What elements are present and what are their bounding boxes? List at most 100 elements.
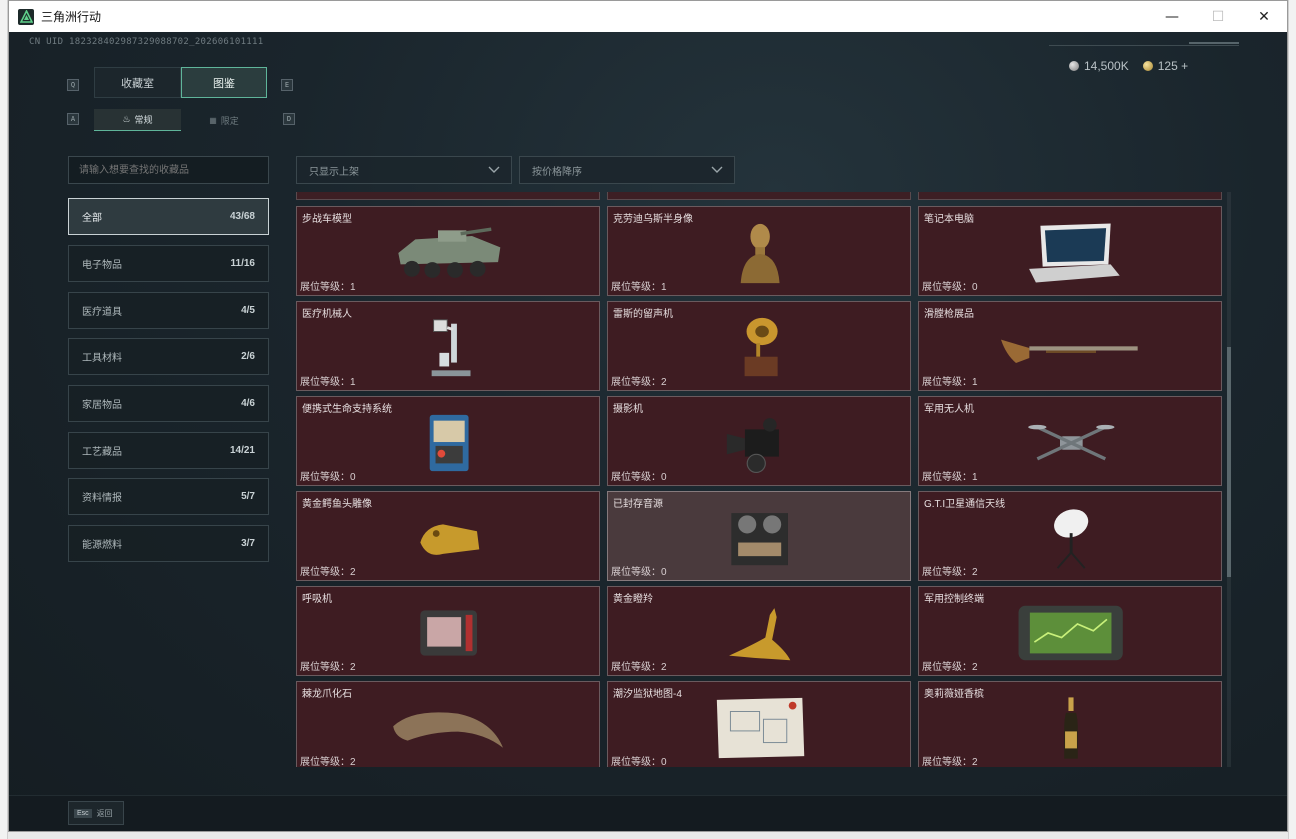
gramophone-icon [744, 317, 778, 377]
laptop-icon [1029, 223, 1120, 283]
previous-row-edge [296, 192, 1230, 202]
collection-card[interactable]: 军用无人机 展位等级：1 [918, 396, 1222, 486]
app-window: 三角洲行动 — ☐ ✕ CN UID 182328402987329088702… [8, 0, 1288, 832]
item-level: 展位等级：1 [611, 282, 667, 293]
item-level: 展位等级：2 [300, 567, 356, 578]
item-level: 展位等级：1 [922, 377, 978, 388]
collection-card-selected[interactable]: 已封存音源 展位等级：0 [607, 491, 911, 581]
silver-coin-icon [1069, 61, 1079, 71]
item-name: 笔记本电脑 [924, 214, 974, 225]
satellite-dish-icon [1053, 509, 1089, 569]
window-title: 三角洲行动 [41, 10, 102, 24]
bust-statue-icon [740, 223, 780, 284]
control-terminal-icon [1018, 605, 1124, 661]
category-tools[interactable]: 工具材料 2/6 [68, 338, 269, 375]
desktop-background-right [1288, 0, 1296, 839]
collection-card[interactable]: 雷斯的留声机 展位等级：2 [607, 301, 911, 391]
desktop-background-left [0, 0, 8, 839]
drone-icon [1027, 424, 1115, 461]
tape-recorder-icon [731, 513, 789, 566]
claw-fossil-icon [393, 712, 503, 748]
collection-card[interactable]: 棘龙爪化石 展位等级：2 [296, 681, 600, 767]
category-electronics[interactable]: 电子物品 11/16 [68, 245, 269, 282]
chevron-down-icon [488, 166, 500, 173]
item-name: 奥莉薇娅香槟 [924, 689, 984, 700]
game-viewport: CN UID 182328402987329088702_20260610111… [9, 32, 1287, 831]
collection-card[interactable]: 滑膛枪展品 展位等级：1 [918, 301, 1222, 391]
musket-icon [1001, 339, 1138, 363]
item-name: 军用控制终端 [924, 594, 984, 605]
category-medical[interactable]: 医疗道具 4/5 [68, 292, 269, 329]
collection-card[interactable]: G.T.I卫星通信天线 展位等级：2 [918, 491, 1222, 581]
item-level: 展位等级：0 [611, 567, 667, 578]
category-energy[interactable]: 能源燃料 3/7 [68, 525, 269, 562]
collection-grid[interactable]: 步战车模型 展位等级：1 克劳迪乌斯半身像 展位等级：1 笔记本电脑 展位等级：… [296, 192, 1230, 767]
item-level: 展位等级：2 [611, 377, 667, 388]
item-name: 克劳迪乌斯半身像 [613, 214, 693, 225]
tab-catalog[interactable]: 图鉴 [181, 67, 267, 98]
medical-robot-icon [431, 319, 471, 377]
golden-croc-head-icon [420, 524, 480, 555]
item-level: 展位等级：2 [922, 567, 978, 578]
back-button[interactable]: Esc 返回 [68, 801, 124, 825]
filter-display-dropdown[interactable]: 只显示上架 [296, 156, 512, 184]
collection-card[interactable]: 克劳迪乌斯半身像 展位等级：1 [607, 206, 911, 296]
category-all[interactable]: 全部 43/68 [68, 198, 269, 235]
item-level: 展位等级：0 [922, 282, 978, 293]
maximize-icon[interactable]: ☐ [1195, 1, 1241, 32]
item-level: 展位等级：1 [922, 472, 978, 483]
scrollbar-thumb[interactable] [1227, 347, 1231, 577]
subtab-regular[interactable]: ♨ 常规 [94, 109, 181, 131]
back-label: 返回 [96, 808, 113, 818]
collection-card[interactable]: 军用控制终端 展位等级：2 [918, 586, 1222, 676]
item-name: G.T.I卫星通信天线 [924, 499, 1006, 510]
collection-card[interactable]: 便携式生命支持系统 展位等级：0 [296, 396, 600, 486]
collection-card[interactable]: 步战车模型 展位等级：1 [296, 206, 600, 296]
item-name: 步战车模型 [302, 214, 352, 225]
collection-card[interactable]: 摄影机 展位等级：0 [607, 396, 911, 486]
player-uid: CN UID 182328402987329088702_20260610111… [29, 37, 264, 47]
grid-scrollbar[interactable] [1227, 192, 1231, 767]
silver-currency: 14,500K [1069, 59, 1129, 73]
gold-currency[interactable]: 125 + [1142, 59, 1188, 73]
item-name: 雷斯的留声机 [613, 309, 673, 320]
minimize-icon[interactable]: — [1149, 1, 1195, 32]
currency-display: 14,500K 125 + [1069, 59, 1188, 73]
item-name: 潮汐监狱地图-4 [613, 689, 682, 700]
search-input[interactable] [68, 156, 269, 184]
collection-card[interactable]: 黄金瞪羚 展位等级：2 [607, 586, 911, 676]
collection-card[interactable]: 笔记本电脑 展位等级：0 [918, 206, 1222, 296]
flame-icon: ♨ [122, 114, 131, 124]
golden-gazelle-icon [729, 608, 791, 661]
close-icon[interactable]: ✕ [1241, 1, 1287, 32]
key-hint-e: E [281, 79, 293, 91]
collection-card[interactable]: 潮汐监狱地图-4 展位等级：0 [607, 681, 911, 767]
item-name: 滑膛枪展品 [924, 309, 974, 320]
app-logo-icon [18, 8, 34, 25]
prison-map-icon [717, 697, 805, 759]
item-level: 展位等级：2 [922, 662, 978, 673]
item-name: 黄金鳄鱼头雕像 [302, 499, 372, 510]
sort-dropdown[interactable]: 按价格降序 [519, 156, 735, 184]
gold-coin-icon [1142, 61, 1153, 71]
esc-key-icon: Esc [74, 808, 92, 818]
item-name: 呼吸机 [302, 594, 332, 605]
collection-card[interactable]: 医疗机械人 展位等级：1 [296, 301, 600, 391]
key-hint-d: D [283, 113, 295, 125]
collection-card[interactable]: 奥莉薇娅香槟 展位等级：2 [918, 681, 1222, 767]
category-household[interactable]: 家居物品 4/6 [68, 385, 269, 422]
item-level: 展位等级：0 [611, 757, 667, 767]
tab-collection-room[interactable]: 收藏室 [94, 67, 181, 98]
item-level: 展位等级：2 [922, 757, 978, 767]
item-name: 已封存音源 [613, 499, 663, 510]
category-intel[interactable]: 资料情报 5/7 [68, 478, 269, 515]
collection-card[interactable]: 黄金鳄鱼头雕像 展位等级：2 [296, 491, 600, 581]
key-hint-a: A [67, 113, 79, 125]
subtab-limited[interactable]: ▦ 限定 [181, 109, 267, 131]
window-titlebar[interactable]: 三角洲行动 — ☐ ✕ [9, 1, 1287, 32]
collection-card[interactable]: 呼吸机 展位等级：2 [296, 586, 600, 676]
item-level: 展位等级：0 [300, 472, 356, 483]
category-crafts[interactable]: 工艺藏品 14/21 [68, 432, 269, 469]
item-name: 便携式生命支持系统 [302, 404, 392, 415]
item-level: 展位等级：0 [611, 472, 667, 483]
